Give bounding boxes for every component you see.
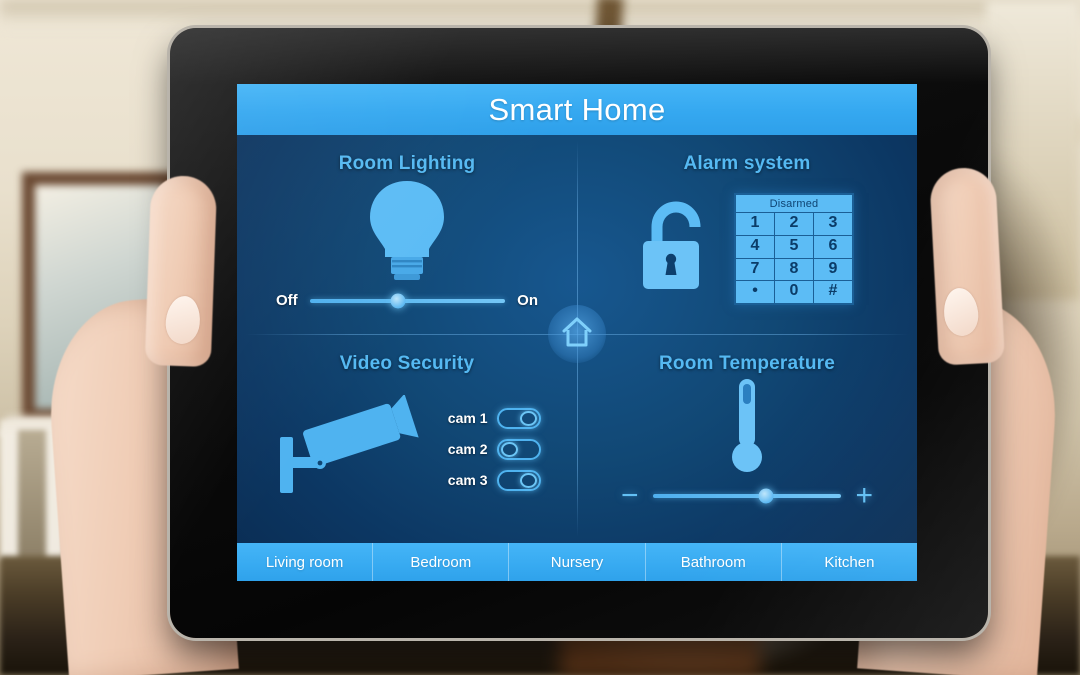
keypad-key[interactable]: 5: [775, 235, 814, 258]
panel-video-security[interactable]: Video Security cam 1 cam 2 cam 3: [237, 335, 577, 534]
app-title-bar: Smart Home: [237, 84, 917, 135]
camera-toggle[interactable]: [496, 407, 541, 429]
lighting-slider-track[interactable]: [309, 293, 506, 308]
keypad-key[interactable]: #: [814, 281, 852, 303]
room-temperature-body: − +: [577, 375, 917, 523]
panel-room-temperature[interactable]: Room Temperature − +: [577, 335, 917, 534]
temperature-slider-track[interactable]: [652, 488, 842, 504]
lighting-slider-on-label: On: [517, 292, 538, 309]
keypad-key[interactable]: •: [736, 281, 775, 304]
camera-label: cam 3: [447, 472, 488, 488]
camera-row: cam 3: [440, 469, 541, 491]
background-ceiling: [0, 0, 1080, 26]
temperature-plus-label[interactable]: +: [855, 481, 873, 511]
room-tab[interactable]: Bathroom: [646, 543, 782, 581]
app-title: Smart Home: [488, 91, 666, 127]
camera-toggle[interactable]: [496, 469, 541, 491]
house-icon: [562, 316, 592, 353]
room-tab[interactable]: Living room: [237, 543, 374, 581]
camera-label: cam 2: [447, 441, 488, 457]
tablet-device: Smart Home Room Lighting Off On Alarm sy…: [170, 28, 988, 638]
right-hand-index-finger: [928, 166, 1006, 366]
home-button[interactable]: [548, 305, 606, 363]
keypad-key[interactable]: 4: [736, 235, 775, 258]
room-tab-bar: Living room Bedroom Nursery Bathroom Kitchen: [237, 543, 917, 581]
panel-title-room-temperature: Room Temperature: [659, 353, 835, 374]
camera-toggle-list: cam 1 cam 2 cam 3: [440, 407, 541, 491]
keypad-row: 789: [736, 258, 852, 282]
temperature-slider[interactable]: − +: [621, 481, 873, 511]
keypad-key[interactable]: 3: [814, 213, 852, 235]
keypad-key[interactable]: 1: [736, 212, 775, 235]
camera-row: cam 2: [440, 438, 541, 460]
panel-room-lighting[interactable]: Room Lighting Off On: [237, 135, 577, 334]
open-padlock-icon[interactable]: [640, 200, 712, 298]
camera-toggle-knob: [519, 410, 537, 426]
panel-alarm-system[interactable]: Alarm system Disarmed 1 2 3 4 5 6 7 8 9 …: [577, 135, 917, 334]
camera-toggle-knob: [500, 441, 518, 457]
keypad-key[interactable]: 0: [775, 281, 814, 304]
bezel-reflection: [170, 28, 988, 84]
room-tab[interactable]: Bedroom: [373, 543, 510, 581]
temperature-minus-label[interactable]: −: [621, 481, 639, 511]
alarm-keypad[interactable]: Disarmed 1 2 3 4 5 6 7 8 9 • 0 #: [734, 192, 854, 306]
camera-row: cam 1: [440, 407, 541, 429]
dashboard-grid: Room Lighting Off On Alarm system Disarm…: [237, 135, 917, 543]
keypad-rows: 1 2 3 4 5 6 7 8 9 • 0 #: [736, 212, 852, 304]
camera-toggle[interactable]: [496, 438, 541, 460]
cctv-camera-icon[interactable]: [274, 393, 426, 504]
alarm-status: Disarmed: [736, 195, 852, 213]
camera-label: cam 1: [447, 410, 488, 426]
lighting-slider[interactable]: Off On: [276, 292, 538, 309]
thermometer-icon[interactable]: [725, 375, 769, 482]
keypad-key[interactable]: 8: [775, 258, 814, 281]
alarm-system-body: Disarmed 1 2 3 4 5 6 7 8 9 • 0 #: [577, 175, 917, 323]
screenshot-root: Smart Home Room Lighting Off On Alarm sy…: [0, 0, 1080, 675]
panel-title-alarm-system: Alarm system: [683, 153, 811, 174]
keypad-key[interactable]: 9: [814, 259, 852, 281]
room-tab[interactable]: Nursery: [509, 543, 646, 581]
lighting-slider-off-label: Off: [276, 292, 298, 309]
keypad-row: 123: [736, 212, 852, 236]
lighting-slider-knob[interactable]: [390, 293, 406, 308]
tablet-screen: Smart Home Room Lighting Off On Alarm sy…: [237, 84, 917, 581]
keypad-row: • 0 #: [736, 281, 852, 304]
light-bulb-icon[interactable]: [361, 177, 453, 286]
panel-title-video-security: Video Security: [339, 353, 475, 374]
keypad-row: 456: [736, 235, 852, 259]
temperature-slider-knob[interactable]: [758, 488, 774, 504]
video-security-body: cam 1 cam 2 cam 3: [237, 375, 577, 523]
camera-toggle-knob: [519, 472, 537, 488]
panel-title-room-lighting: Room Lighting: [338, 153, 476, 174]
room-lighting-body: Off On: [237, 175, 577, 323]
keypad-key[interactable]: 7: [736, 258, 775, 281]
room-tab[interactable]: Kitchen: [782, 543, 917, 581]
keypad-key[interactable]: 2: [775, 212, 814, 235]
keypad-key[interactable]: 6: [814, 236, 852, 258]
